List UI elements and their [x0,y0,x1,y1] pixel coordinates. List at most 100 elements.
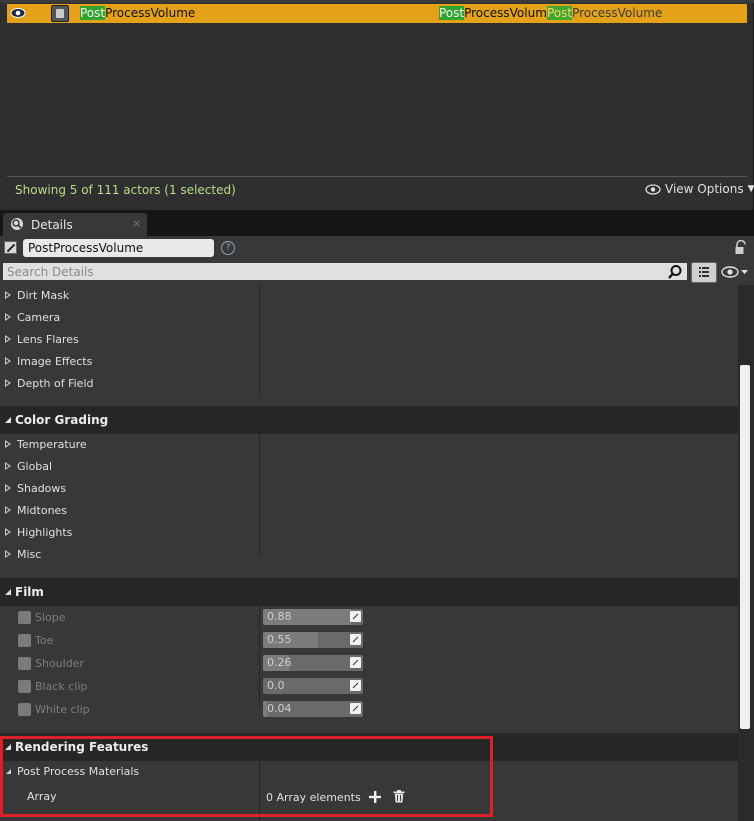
category-color-grading[interactable]: Color Grading [0,406,738,434]
collapse-arrow-icon [5,744,11,750]
collapse-arrow-icon [5,589,11,595]
film-slope-row: Slope 0.88 [0,606,738,629]
group-label: Highlights [17,526,73,539]
property-label: Shoulder [35,657,84,670]
close-icon[interactable]: × [132,217,141,230]
film-black-clip-row: Black clip 0.0 [0,675,738,698]
group-label: Misc [17,548,42,561]
search-details-input[interactable] [3,263,687,280]
group-label: Shadows [17,482,67,495]
actor-type: PostProcessVolume [439,6,554,20]
name-rest: ProcessVolume [105,6,196,20]
group-label: Image Effects [17,355,93,368]
lock-icon[interactable] [734,240,748,255]
type2-highlight: Post [547,6,573,20]
group-label: Temperature [17,438,87,451]
tab-details[interactable]: Details × [3,213,147,236]
group-highlights[interactable]: Highlights [0,522,738,544]
override-checkbox[interactable] [18,680,31,693]
override-checkbox[interactable] [18,634,31,647]
world-outliner: PostProcessVolume PostProcessVolume Post… [0,0,754,210]
category-film[interactable]: Film [0,578,738,606]
object-name-row: ? [0,236,754,260]
group-misc[interactable]: Misc [0,544,738,566]
reset-arrow-icon[interactable] [350,611,361,622]
tab-bar: Details × [0,210,754,236]
scrollbar-thumb[interactable] [740,365,750,729]
list-view-button[interactable] [691,262,717,283]
type-rest: ProcessVolume [464,6,555,20]
object-name-field[interactable] [23,239,214,257]
film-toe-row: Toe 0.55 [0,629,738,652]
film-white-clip-row: White clip 0.04 [0,698,738,721]
actor-name: PostProcessVolume [80,6,195,20]
group-label: Midtones [17,504,68,517]
group-image-effects[interactable]: Image Effects [0,351,738,373]
actor-count-status: Showing 5 of 111 actors (1 selected) [15,183,236,197]
film-shoulder-row: Shoulder 0.26 [0,652,738,675]
group-camera[interactable]: Camera [0,307,738,329]
group-label: Dirt Mask [17,289,70,302]
type2-rest: ProcessVolume [572,6,663,20]
category-title: Color Grading [15,413,109,427]
override-checkbox[interactable] [18,611,31,624]
collapse-arrow-icon [6,769,11,774]
group-global[interactable]: Global [0,456,738,478]
property-label: Black clip [35,680,88,693]
category-rendering-features[interactable]: Rendering Features [0,733,738,761]
group-dirt-mask[interactable]: Dirt Mask [0,285,738,307]
trash-icon[interactable] [393,790,405,803]
group-label: Post Process Materials [17,765,140,778]
array-row: Array 0 Array elements [0,786,738,808]
array-count: 0 Array elements [266,791,361,804]
help-icon[interactable]: ? [221,241,235,255]
property-label: Array [27,790,57,803]
group-label: Global [17,460,53,473]
group-midtones[interactable]: Midtones [0,500,738,522]
reset-arrow-icon[interactable] [350,703,361,714]
search-icon[interactable] [667,264,683,280]
property-label: White clip [35,703,90,716]
group-temperature[interactable]: Temperature [0,434,738,456]
group-label: Camera [17,311,61,324]
tab-details-label: Details [31,218,73,232]
property-value: 0.04 [267,702,292,715]
list-view-icon [699,267,709,277]
property-value: 0.26 [267,656,292,669]
enabled-checkbox[interactable] [4,241,17,254]
add-icon[interactable] [369,791,381,803]
outliner-divider [7,176,747,177]
reset-arrow-icon[interactable] [350,657,361,668]
visibility-icon[interactable] [720,264,750,280]
outliner-selected-row[interactable]: PostProcessVolume PostProcessVolume Post… [7,4,747,23]
group-depth-of-field[interactable]: Depth of Field [0,373,738,395]
type-highlight: Post [439,6,465,20]
collapse-arrow-icon [5,417,11,423]
category-title: Film [15,585,44,599]
group-shadows[interactable]: Shadows [0,478,738,500]
details-panel: ? [0,236,754,821]
group-post-process-materials[interactable]: Post Process Materials [0,761,738,783]
actor-type-secondary: PostProcessVolume [547,6,662,20]
group-label: Lens Flares [17,333,79,346]
name-highlight: Post [80,6,106,20]
property-list: Dirt Mask Camera Lens Flares Image Effec… [0,285,738,821]
group-label: Depth of Field [17,377,94,390]
category-title: Rendering Features [15,740,149,754]
reset-arrow-icon[interactable] [350,680,361,691]
outliner-previous-row [0,0,754,3]
view-eye-icon [645,183,661,195]
property-label: Toe [35,634,54,647]
property-label: Slope [35,611,66,624]
override-checkbox[interactable] [18,657,31,670]
view-options-button[interactable]: View Options ▼ [645,182,754,196]
view-options-label: View Options [665,182,744,196]
eye-icon[interactable] [10,7,26,19]
search-row [0,262,754,284]
details-tab-icon [11,218,23,230]
reset-arrow-icon[interactable] [350,634,361,645]
group-lens-flares[interactable]: Lens Flares [0,329,738,351]
property-value: 0.88 [267,610,292,623]
override-checkbox[interactable] [18,703,31,716]
actor-icon [51,5,69,22]
